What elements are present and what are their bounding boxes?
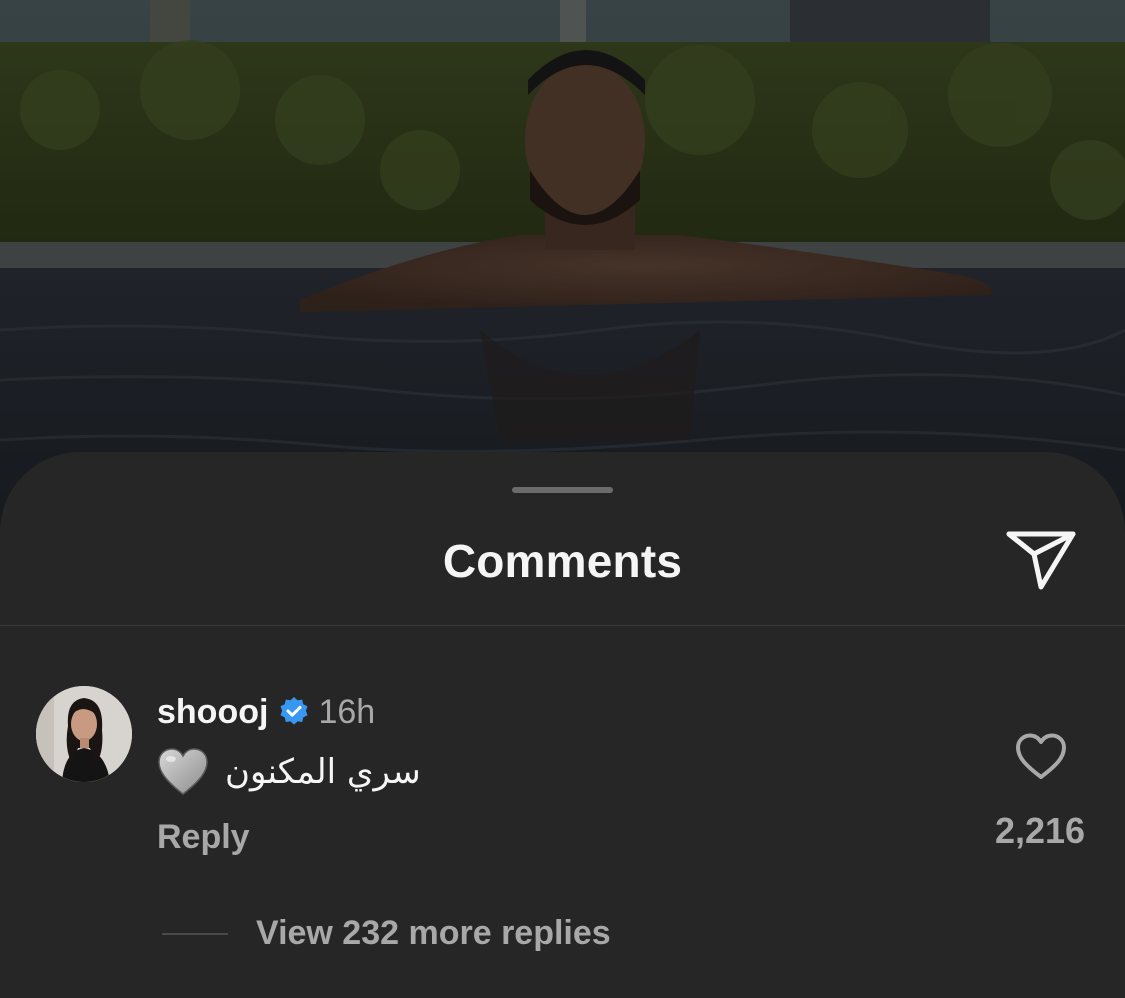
avatar[interactable] [36,686,132,782]
grey-heart-emoji [158,748,208,795]
comments-screen: Comments shoooj 16h سري المكنون Reply 2,… [0,0,1125,998]
replies-divider-line [162,933,228,935]
like-button[interactable] [1014,732,1068,782]
comments-sheet: Comments shoooj 16h سري المكنون Reply 2,… [0,452,1125,998]
sheet-drag-handle[interactable] [512,487,613,493]
reply-button[interactable]: Reply [157,818,250,857]
comment-header: shoooj 16h [157,690,375,734]
paper-plane-icon [1006,531,1076,590]
share-button[interactable] [1004,526,1078,592]
comment-timestamp: 16h [318,692,376,731]
sheet-title: Comments [442,535,683,587]
header-divider [0,625,1125,626]
like-count: 2,216 [994,810,1086,851]
comment-text: سري المكنون [225,752,421,792]
heart-outline-icon [1016,733,1066,779]
comment-username[interactable]: shoooj [157,693,268,732]
comment-body: سري المكنون [157,744,421,800]
verified-badge-icon [280,697,308,725]
view-more-replies-button[interactable]: View 232 more replies [256,914,611,953]
